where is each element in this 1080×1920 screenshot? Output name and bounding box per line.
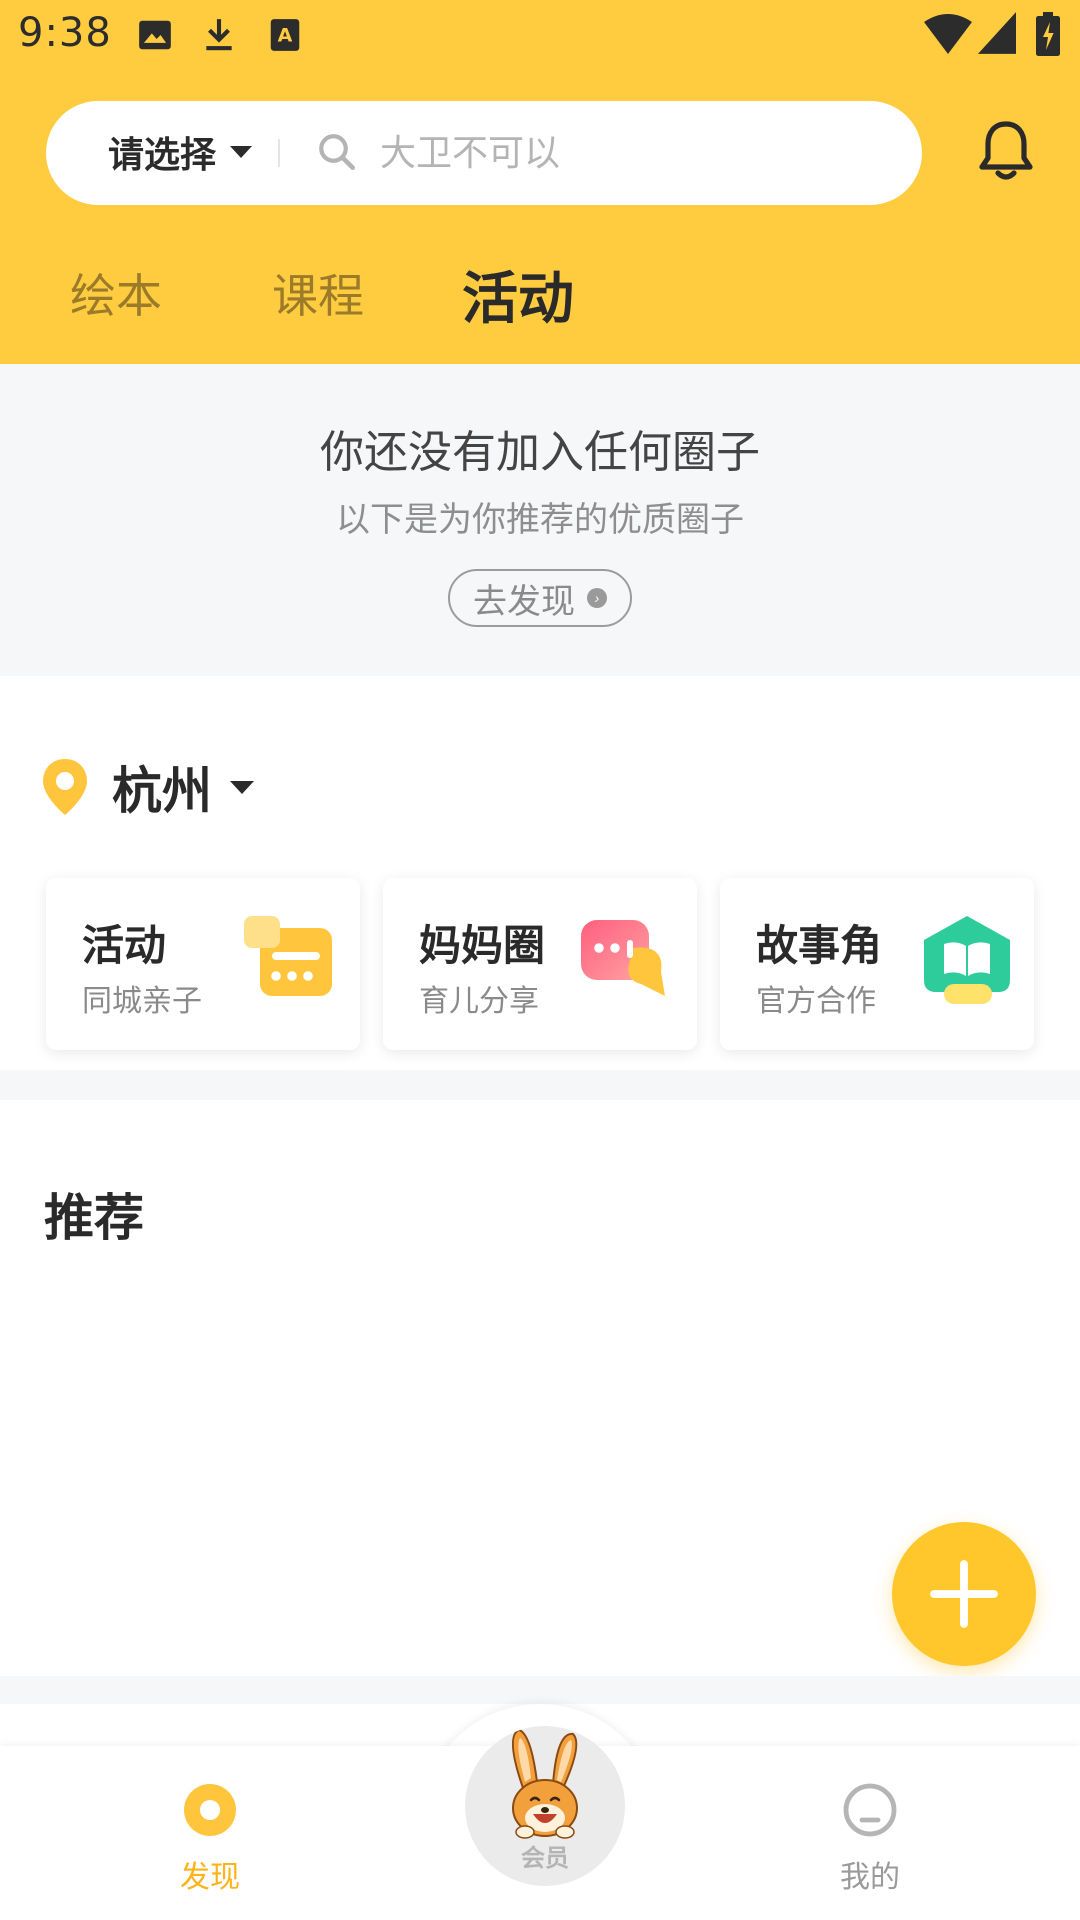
header: 9:38 A 请选择 大卫不可以 绘本 课程 活动 — [0, 0, 1080, 364]
card-title: 妈妈圈 — [419, 921, 546, 970]
search-input[interactable] — [380, 125, 880, 181]
category-card-moms-circle[interactable]: 妈妈圈 育儿分享 — [383, 878, 697, 1050]
card-subtitle: 官方合作 — [756, 984, 876, 1019]
card-title: 故事角 — [756, 921, 883, 970]
book-icon — [924, 916, 1010, 1004]
nav-label: 发现 — [180, 1860, 240, 1895]
city-dropdown-label: 请选择 — [108, 135, 217, 176]
chevron-down-icon — [230, 146, 253, 158]
circles-empty-notice: 你还没有加入任何圈子 以下是为你推荐的优质圈子 去发现 › — [0, 364, 1080, 676]
tab-courses[interactable]: 课程 — [272, 260, 364, 326]
section-divider — [0, 1070, 1080, 1100]
signal-icon — [978, 12, 1016, 54]
discover-button[interactable]: 去发现 › — [448, 569, 632, 627]
nav-item-profile[interactable]: 我的 — [790, 1782, 950, 1896]
tab-activities[interactable]: 活动 — [462, 254, 574, 335]
bell-icon[interactable] — [974, 118, 1038, 184]
city-name: 杭州 — [112, 762, 212, 820]
calendar-icon — [244, 916, 332, 996]
city-dropdown[interactable]: 请选择 — [108, 127, 253, 177]
chevron-down-icon — [230, 780, 254, 794]
section-divider — [0, 1676, 1080, 1704]
card-subtitle: 同城亲子 — [82, 984, 202, 1019]
svg-text:A: A — [278, 24, 293, 46]
notice-subtitle: 以下是为你推荐的优质圈子 — [336, 500, 744, 540]
wifi-icon — [924, 14, 972, 54]
category-card-story-corner[interactable]: 故事角 官方合作 — [720, 878, 1034, 1050]
create-post-button[interactable] — [892, 1522, 1036, 1666]
nav-label: 我的 — [840, 1860, 900, 1895]
font-app-icon: A — [270, 19, 300, 51]
plus-icon — [930, 1560, 998, 1628]
search-icon — [319, 134, 356, 171]
discover-icon — [184, 1784, 236, 1836]
image-icon — [139, 20, 171, 50]
tab-picture-books[interactable]: 绘本 — [70, 260, 162, 326]
divider — [278, 139, 280, 167]
chat-bubble-icon — [581, 920, 665, 996]
card-subtitle: 育儿分享 — [419, 984, 539, 1019]
nav-item-member[interactable]: 会员 — [465, 1726, 625, 1886]
chevron-right-icon: › — [587, 588, 607, 608]
notice-title: 你还没有加入任何圈子 — [320, 427, 760, 478]
download-icon — [206, 19, 232, 51]
profile-icon — [843, 1783, 897, 1837]
location-pin-icon — [43, 759, 87, 815]
status-time: 9:38 — [18, 10, 112, 56]
search-bar: 请选择 — [46, 101, 922, 205]
battery-icon — [1036, 12, 1060, 56]
tab-bar: 绘本 课程 活动 — [0, 250, 1080, 332]
recommend-heading: 推荐 — [44, 1189, 144, 1247]
card-title: 活动 — [82, 921, 167, 970]
location-selector[interactable]: 杭州 — [40, 752, 254, 822]
nav-label: 会员 — [521, 1844, 569, 1872]
discover-button-label: 去发现 — [473, 581, 575, 622]
status-bar: 9:38 A — [0, 0, 1080, 74]
category-card-activities[interactable]: 活动 同城亲子 — [46, 878, 360, 1050]
nav-item-discover[interactable]: 发现 — [130, 1782, 290, 1896]
